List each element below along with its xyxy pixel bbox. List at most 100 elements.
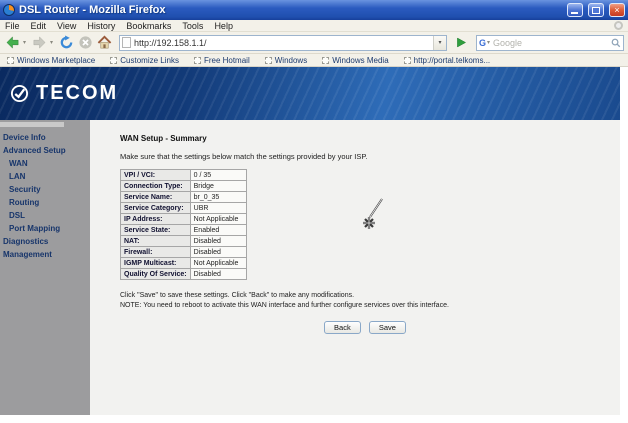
- forward-dropdown-button[interactable]: ▾: [50, 39, 56, 46]
- sidebar-item-dsl[interactable]: DSL: [0, 209, 90, 222]
- row-value: Not Applicable: [190, 258, 246, 269]
- row-value: Not Applicable: [190, 214, 246, 225]
- table-row: VPI / VCI:0 / 35: [121, 170, 247, 181]
- row-label: IP Address:: [121, 214, 191, 225]
- menu-file[interactable]: File: [5, 20, 20, 32]
- note-line-1: Click "Save" to save these settings. Cli…: [120, 291, 620, 301]
- button-row: Back Save: [120, 321, 610, 334]
- menu-edit[interactable]: Edit: [31, 20, 47, 32]
- url-dropdown-button[interactable]: ▾: [433, 36, 446, 50]
- brand-name: TECOM: [36, 82, 118, 105]
- intro-text: Make sure that the settings below match …: [120, 152, 620, 161]
- row-value: br_0_35: [190, 192, 246, 203]
- page-icon: [122, 37, 131, 48]
- table-row: IP Address:Not Applicable: [121, 214, 247, 225]
- note-text: Click "Save" to save these settings. Cli…: [120, 291, 620, 311]
- row-value: Disabled: [190, 247, 246, 258]
- sidebar-item-device-info[interactable]: Device Info: [0, 131, 90, 144]
- sidebar-item-lan[interactable]: LAN: [0, 170, 90, 183]
- tecom-logo-icon: [10, 84, 29, 103]
- menu-bar: File Edit View History Bookmarks Tools H…: [0, 20, 628, 32]
- row-label: VPI / VCI:: [121, 170, 191, 181]
- row-label: Service Name:: [121, 192, 191, 203]
- stop-icon: [78, 35, 93, 50]
- forward-button[interactable]: [31, 34, 48, 51]
- bookmark-portal-telkoms[interactable]: http://portal.telkoms...: [404, 56, 490, 65]
- search-icon: [611, 38, 621, 48]
- row-value: 0 / 35: [190, 170, 246, 181]
- sidebar-item-port-mapping[interactable]: Port Mapping: [0, 222, 90, 235]
- menu-view[interactable]: View: [57, 20, 76, 32]
- bookmark-windows-media[interactable]: Windows Media: [322, 56, 388, 65]
- bookmark-icon: [322, 57, 329, 64]
- table-row: Service State:Enabled: [121, 225, 247, 236]
- bookmark-windows-marketplace[interactable]: Windows Marketplace: [7, 56, 95, 65]
- search-box[interactable]: G ▾: [476, 35, 624, 51]
- bookmark-free-hotmail[interactable]: Free Hotmail: [194, 56, 250, 65]
- row-value: Enabled: [190, 225, 246, 236]
- window-title: DSL Router - Mozilla Firefox: [19, 4, 562, 16]
- row-value: Bridge: [190, 181, 246, 192]
- sidebar-tab: [0, 122, 64, 127]
- back-arrow-icon: [5, 35, 20, 50]
- search-input[interactable]: [493, 38, 611, 48]
- address-bar[interactable]: ▾: [119, 35, 447, 51]
- bookmark-label: Windows Marketplace: [17, 56, 95, 65]
- sidebar-item-diagnostics[interactable]: Diagnostics: [0, 235, 90, 248]
- home-button[interactable]: [96, 34, 113, 51]
- main-content: WAN Setup - Summary Make sure that the s…: [90, 120, 620, 415]
- table-row: Firewall:Disabled: [121, 247, 247, 258]
- table-row: Quality Of Service:Disabled: [121, 269, 247, 280]
- table-row: IGMP Multicast:Not Applicable: [121, 258, 247, 269]
- stop-button[interactable]: [77, 34, 94, 51]
- row-label: Service State:: [121, 225, 191, 236]
- row-value: UBR: [190, 203, 246, 214]
- bookmark-customize-links[interactable]: Customize Links: [110, 56, 179, 65]
- sidebar-item-routing[interactable]: Routing: [0, 196, 90, 209]
- page-viewport: TECOM Device Info Advanced Setup WAN LAN…: [0, 67, 620, 415]
- back-dropdown-button[interactable]: ▾: [23, 39, 29, 46]
- restore-button[interactable]: [588, 3, 604, 17]
- menu-tools[interactable]: Tools: [182, 20, 203, 32]
- sidebar-item-advanced-setup[interactable]: Advanced Setup: [0, 144, 90, 157]
- page-title: WAN Setup - Summary: [120, 134, 620, 143]
- back-button[interactable]: [4, 34, 21, 51]
- tecom-banner: TECOM: [0, 67, 620, 120]
- sidebar-nav: Device Info Advanced Setup WAN LAN Secur…: [0, 120, 90, 415]
- home-icon: [97, 35, 112, 50]
- close-button[interactable]: ×: [609, 3, 625, 17]
- bookmark-icon: [110, 57, 117, 64]
- bookmark-windows[interactable]: Windows: [265, 56, 307, 65]
- go-button[interactable]: [453, 34, 470, 51]
- minimize-button[interactable]: [567, 3, 583, 17]
- menu-history[interactable]: History: [87, 20, 115, 32]
- row-label: Quality Of Service:: [121, 269, 191, 280]
- sidebar-item-wan[interactable]: WAN: [0, 157, 90, 170]
- note-line-2: NOTE: You need to reboot to activate thi…: [120, 301, 620, 311]
- row-label: Firewall:: [121, 247, 191, 258]
- cursor-icon: [358, 195, 392, 235]
- firefox-icon: [3, 4, 15, 16]
- wan-summary-table: VPI / VCI:0 / 35 Connection Type:Bridge …: [120, 169, 247, 280]
- table-row: NAT:Disabled: [121, 236, 247, 247]
- page-body: Device Info Advanced Setup WAN LAN Secur…: [0, 120, 620, 415]
- title-bar: DSL Router - Mozilla Firefox ×: [0, 0, 628, 20]
- bookmark-label: Free Hotmail: [204, 56, 250, 65]
- row-label: NAT:: [121, 236, 191, 247]
- table-row: Service Category:UBR: [121, 203, 247, 214]
- reload-icon: [59, 35, 74, 50]
- reload-button[interactable]: [58, 34, 75, 51]
- menu-bookmarks[interactable]: Bookmarks: [126, 20, 171, 32]
- sidebar-item-security[interactable]: Security: [0, 183, 90, 196]
- row-value: Disabled: [190, 269, 246, 280]
- table-row: Service Name:br_0_35: [121, 192, 247, 203]
- url-input[interactable]: [134, 38, 433, 48]
- menu-help[interactable]: Help: [214, 20, 233, 32]
- back-page-button[interactable]: Back: [324, 321, 361, 334]
- save-button[interactable]: Save: [369, 321, 406, 334]
- navigation-toolbar: ▾ ▾ ▾ G ▾: [0, 32, 628, 54]
- bookmark-icon: [7, 57, 14, 64]
- bookmark-label: Customize Links: [120, 56, 179, 65]
- minimize-icon: [571, 12, 578, 14]
- sidebar-item-management[interactable]: Management: [0, 248, 90, 261]
